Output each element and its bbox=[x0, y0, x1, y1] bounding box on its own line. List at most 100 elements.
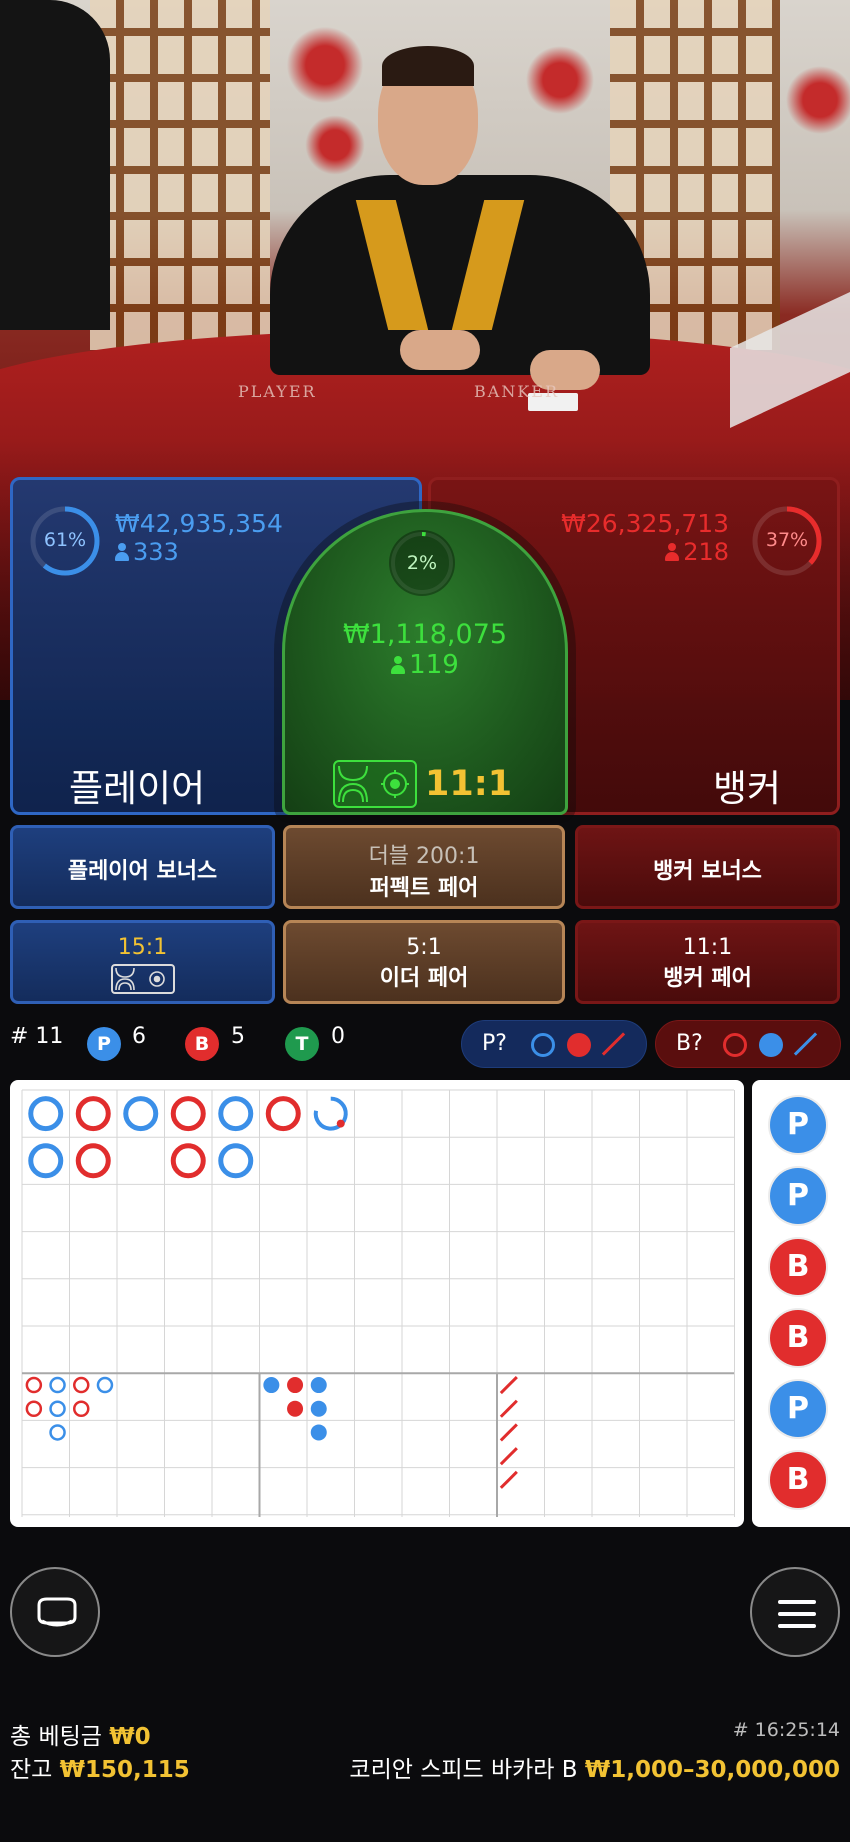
predict-cockroach-icon bbox=[601, 1032, 626, 1056]
tie-bet-spot[interactable]: 2% ₩1,118,075 119 11:1 bbox=[282, 509, 568, 815]
table-limits: ₩1,000–30,000,000 bbox=[584, 1757, 840, 1783]
tie-total-amount: ₩1,118,075 bbox=[342, 619, 508, 650]
scoreboard-roads[interactable] bbox=[10, 1080, 744, 1527]
either-pair-payout: 5:1 bbox=[406, 935, 442, 960]
banker-bettor-count: 218 bbox=[683, 538, 729, 566]
either-pair-button[interactable]: 5:1 이더 페어 bbox=[283, 920, 565, 1004]
cockroach-mark bbox=[499, 1399, 518, 1418]
round-time: # 16:25:14 bbox=[732, 1719, 840, 1741]
banker-stats: ₩26,325,713 218 bbox=[561, 510, 729, 567]
perfect-pair-label: 퍼펙트 페어 bbox=[369, 876, 479, 901]
decor-screen-left bbox=[90, 0, 270, 350]
bead-road-mark: B bbox=[770, 1452, 826, 1508]
felt-banker-text: BANKER bbox=[474, 382, 559, 401]
big-eye-mark bbox=[73, 1400, 90, 1417]
perfect-pair-payout: 더블 200:1 bbox=[368, 844, 480, 869]
player-wins-icon: P bbox=[87, 1027, 121, 1061]
small-road-mark bbox=[287, 1377, 304, 1394]
bead-road-column: PPBBPB bbox=[752, 1080, 850, 1527]
cockroach-mark bbox=[499, 1423, 518, 1442]
big-road-mark bbox=[170, 1143, 206, 1179]
banker-predict-button[interactable]: B? bbox=[655, 1020, 841, 1068]
tie-bettor-count: 119 bbox=[409, 650, 459, 680]
player-bonus-label: 플레이어 보너스 bbox=[67, 859, 218, 884]
cockroach-mark bbox=[499, 1470, 518, 1489]
chat-icon bbox=[37, 1597, 77, 1627]
big-eye-mark bbox=[25, 1400, 43, 1417]
account-info-bar: 총 베팅금 ₩0 잔고 ₩150,115 # 16:25:14 코리안 스피드 … bbox=[0, 1705, 850, 1783]
total-bet-value: ₩0 bbox=[109, 1724, 151, 1750]
player-pair-button[interactable]: 15:1 bbox=[10, 920, 275, 1004]
dealer-hair bbox=[382, 46, 474, 86]
player-percent-ring: 61% bbox=[29, 505, 101, 577]
big-eye-mark bbox=[96, 1376, 114, 1394]
player-bonus-button[interactable]: 플레이어 보너스 bbox=[10, 825, 275, 909]
banker-bonus-label: 뱅커 보너스 bbox=[653, 859, 762, 884]
total-bet-label: 총 베팅금 bbox=[10, 1724, 102, 1750]
player-predict-button[interactable]: P? bbox=[461, 1020, 647, 1068]
small-road-mark bbox=[310, 1424, 327, 1441]
blossom-decor bbox=[300, 110, 370, 180]
player-bettor-count: 333 bbox=[133, 538, 179, 566]
bead-road-mark: B bbox=[770, 1310, 826, 1366]
big-road-mark bbox=[265, 1096, 301, 1132]
balance-value: ₩150,115 bbox=[59, 1757, 190, 1783]
predict-small-road-icon bbox=[567, 1033, 591, 1057]
cockroach-mark bbox=[499, 1375, 518, 1395]
hamburger-icon bbox=[778, 1600, 816, 1628]
shoe-statistics-bar: # 11 P 6 B 5 T 0 P? B? bbox=[0, 1020, 850, 1068]
banker-bonus-button[interactable]: 뱅커 보너스 bbox=[575, 825, 840, 909]
big-road-mark bbox=[123, 1096, 159, 1132]
person-icon bbox=[115, 543, 129, 561]
predict-big-eye-icon bbox=[723, 1033, 747, 1057]
player-label: 플레이어 bbox=[69, 767, 206, 810]
menu-button[interactable] bbox=[750, 1567, 840, 1657]
tie-wins-count: 0 bbox=[331, 1024, 345, 1049]
blossom-decor bbox=[520, 40, 600, 120]
banker-predict-label: B? bbox=[676, 1031, 703, 1056]
cockroach-mark bbox=[499, 1447, 518, 1466]
banker-label: 뱅커 bbox=[713, 767, 782, 810]
roads-grid-svg bbox=[21, 1089, 735, 1517]
banker-pair-button[interactable]: 11:1 뱅커 페어 bbox=[575, 920, 840, 1004]
chip-pattern-icon bbox=[114, 967, 165, 991]
background-person bbox=[0, 0, 110, 330]
balance-label: 잔고 bbox=[10, 1757, 53, 1783]
tie-chip-icon bbox=[333, 760, 417, 808]
perfect-pair-button[interactable]: 더블 200:1 퍼펙트 페어 bbox=[283, 825, 565, 909]
banker-pair-payout: 11:1 bbox=[682, 935, 733, 960]
dealer-hand bbox=[400, 330, 480, 370]
player-total-amount: ₩42,935,354 bbox=[115, 509, 283, 538]
predict-big-eye-icon bbox=[531, 1033, 555, 1057]
tie-wins-icon: T bbox=[285, 1027, 319, 1061]
either-pair-label: 이더 페어 bbox=[379, 966, 469, 991]
tie-percent: 2% bbox=[406, 552, 438, 574]
total-bet-row: 총 베팅금 ₩0 bbox=[10, 1717, 151, 1751]
banker-percent: 37% bbox=[765, 529, 809, 551]
table-info-row[interactable]: 코리안 스피드 바카라 B ₩1,000–30,000,000 bbox=[349, 1750, 840, 1784]
small-road-mark bbox=[310, 1377, 327, 1394]
chip-pattern-icon bbox=[338, 765, 409, 803]
player-percent: 61% bbox=[43, 529, 87, 551]
bead-road-mark: P bbox=[770, 1168, 826, 1224]
big-eye-mark bbox=[49, 1376, 66, 1394]
banker-wins-icon: B bbox=[185, 1027, 219, 1061]
big-eye-mark bbox=[25, 1376, 43, 1394]
player-stats: ₩42,935,354 333 bbox=[115, 510, 283, 566]
bead-road-mark: P bbox=[770, 1381, 826, 1437]
small-road-mark bbox=[263, 1377, 280, 1394]
balance-row: 잔고 ₩150,115 bbox=[10, 1750, 190, 1784]
big-road-mark-dot bbox=[336, 1119, 345, 1128]
person-icon bbox=[391, 656, 406, 674]
predict-cockroach-icon bbox=[793, 1032, 818, 1056]
big-road-mark bbox=[218, 1096, 254, 1132]
big-road-mark bbox=[218, 1143, 254, 1179]
banker-wins-count: 5 bbox=[231, 1024, 245, 1049]
blossom-decor bbox=[780, 60, 850, 140]
big-road-mark bbox=[28, 1096, 64, 1132]
chat-button[interactable] bbox=[10, 1567, 100, 1657]
small-road-mark bbox=[287, 1400, 304, 1417]
tie-payout: 11:1 bbox=[425, 764, 513, 804]
big-eye-mark bbox=[49, 1400, 66, 1417]
banker-pair-label: 뱅커 페어 bbox=[663, 966, 752, 991]
